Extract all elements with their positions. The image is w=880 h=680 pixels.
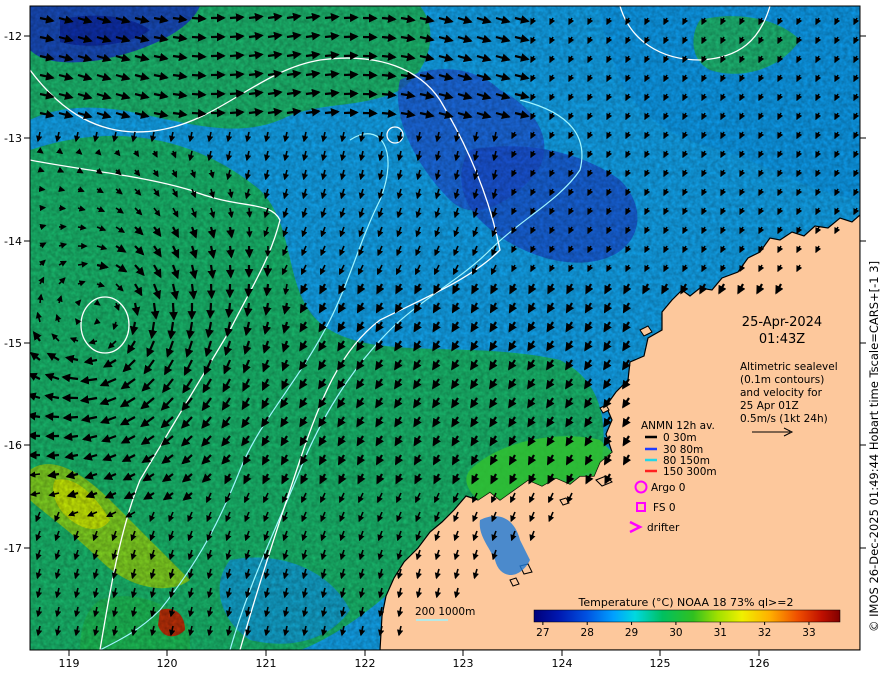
lon-tick: 122: [355, 657, 376, 670]
colorbar-tick-label: 30: [669, 627, 682, 639]
map-date: 25-Apr-2024: [742, 315, 822, 330]
velocity-arrow: [248, 31, 264, 41]
velocity-arrow: [343, 13, 359, 23]
velocity-arrow: [191, 108, 207, 118]
legend-title: ANMN 12h av.: [641, 420, 715, 432]
velocity-arrow: [324, 32, 340, 41]
velocity-arrow: [229, 32, 245, 41]
velocity-arrow: [229, 13, 245, 22]
legend-label: 150 300m: [663, 466, 717, 478]
velocity-arrow: [248, 50, 264, 60]
velocity-arrow: [343, 32, 359, 42]
argo-label: Argo 0: [651, 482, 685, 494]
velocity-arrow: [226, 245, 235, 259]
description-line: 25 Apr 01Z: [740, 400, 799, 412]
velocity-arrow: [381, 52, 397, 61]
velocity-arrow: [381, 109, 397, 118]
velocity-arrow: [248, 12, 264, 22]
velocity-arrow: [191, 13, 207, 23]
velocity-arrow: [191, 70, 207, 80]
velocity-arrow: [246, 207, 253, 218]
legend-label: 0 30m: [663, 432, 697, 444]
velocity-arrow: [246, 226, 253, 238]
map-time: 01:43Z: [759, 332, 805, 347]
colorbar-tick-label: 27: [536, 627, 549, 639]
colorbar-tick-label: 29: [625, 627, 638, 639]
description-line: and velocity for: [740, 387, 823, 399]
velocity-arrow: [324, 89, 340, 98]
velocity-arrow: [248, 69, 264, 79]
plot-area: [30, 6, 860, 650]
sst-current-map: -12 -13 -14 -15 -16 -17 119 120 121 122 …: [4, 5, 880, 670]
velocity-arrow: [343, 89, 359, 99]
velocity-arrow: [324, 108, 340, 117]
lat-tick: -16: [4, 439, 22, 452]
velocity-arrow: [263, 283, 272, 297]
velocity-arrow: [381, 71, 397, 80]
velocity-arrow: [77, 224, 87, 231]
velocity-arrow: [324, 70, 340, 79]
velocity-arrow: [324, 13, 340, 22]
velocity-arrow: [229, 108, 245, 117]
velocity-arrow: [191, 51, 207, 61]
colorbar-gradient: [533, 609, 841, 623]
colorbar-tick-label: 31: [714, 627, 727, 639]
colorbar-title: Temperature (°C) NOAA 18 73% ql>=2: [578, 596, 794, 609]
velocity-arrow: [244, 283, 254, 298]
velocity-arrow: [169, 302, 178, 321]
lat-tick: -12: [4, 30, 22, 43]
velocity-arrow: [191, 32, 207, 42]
velocity-arrow: [62, 413, 79, 422]
velocity-arrow: [263, 264, 273, 278]
velocity-arrow: [343, 51, 359, 61]
description-line: (0.1m contours): [740, 374, 824, 386]
velocity-arrow: [229, 89, 245, 98]
colorbar-tick-label: 33: [802, 627, 815, 639]
velocity-arrow: [225, 264, 235, 279]
lat-tick: -13: [4, 132, 22, 145]
description-line: 0.5m/s (1kt 24h): [740, 413, 828, 425]
velocity-arrow: [58, 204, 67, 212]
lon-tick: 120: [157, 657, 178, 670]
velocity-arrow: [324, 51, 340, 60]
velocity-arrow: [30, 471, 41, 478]
velocity-arrow: [206, 302, 215, 320]
velocity-arrow: [206, 283, 216, 300]
lon-tick: 124: [552, 657, 573, 670]
colorbar-tick-label: 32: [758, 627, 771, 639]
velocity-arrow: [44, 412, 60, 422]
velocity-arrow: [248, 88, 264, 98]
velocity-arrow: [343, 70, 359, 80]
velocity-arrow: [191, 89, 207, 99]
velocity-arrow: [248, 107, 264, 117]
velocity-arrow: [343, 108, 359, 118]
lat-tick: -17: [4, 542, 22, 555]
lon-tick: 119: [59, 657, 80, 670]
velocity-arrow: [38, 185, 46, 193]
lon-tick: 125: [650, 657, 671, 670]
fs-label: FS 0: [653, 502, 676, 514]
description-line: Altimetric sealevel: [740, 361, 838, 373]
velocity-arrow: [224, 302, 234, 319]
lon-tick: 126: [749, 657, 770, 670]
velocity-arrow: [381, 14, 397, 23]
isobath-label: 200 1000m: [415, 606, 475, 618]
velocity-arrow: [229, 51, 245, 60]
velocity-arrow: [229, 70, 245, 79]
velocity-arrow: [381, 90, 397, 99]
velocity-arrow: [381, 33, 397, 42]
credit-text: © IMOS 26-Dec-2025 01:49:44 Hobart time …: [867, 261, 880, 632]
colorbar-tick-label: 28: [581, 627, 594, 639]
velocity-arrow: [37, 293, 44, 304]
lat-tick: -14: [4, 235, 22, 248]
velocity-arrow: [30, 431, 41, 441]
drifter-label: drifter: [647, 522, 680, 534]
lon-tick: 121: [256, 657, 277, 670]
velocity-arrow: [45, 451, 60, 460]
lat-tick: -15: [4, 337, 22, 350]
lon-tick: 123: [453, 657, 474, 670]
lon-axis: 119 120 121 122 123 124 125 126: [59, 650, 770, 670]
